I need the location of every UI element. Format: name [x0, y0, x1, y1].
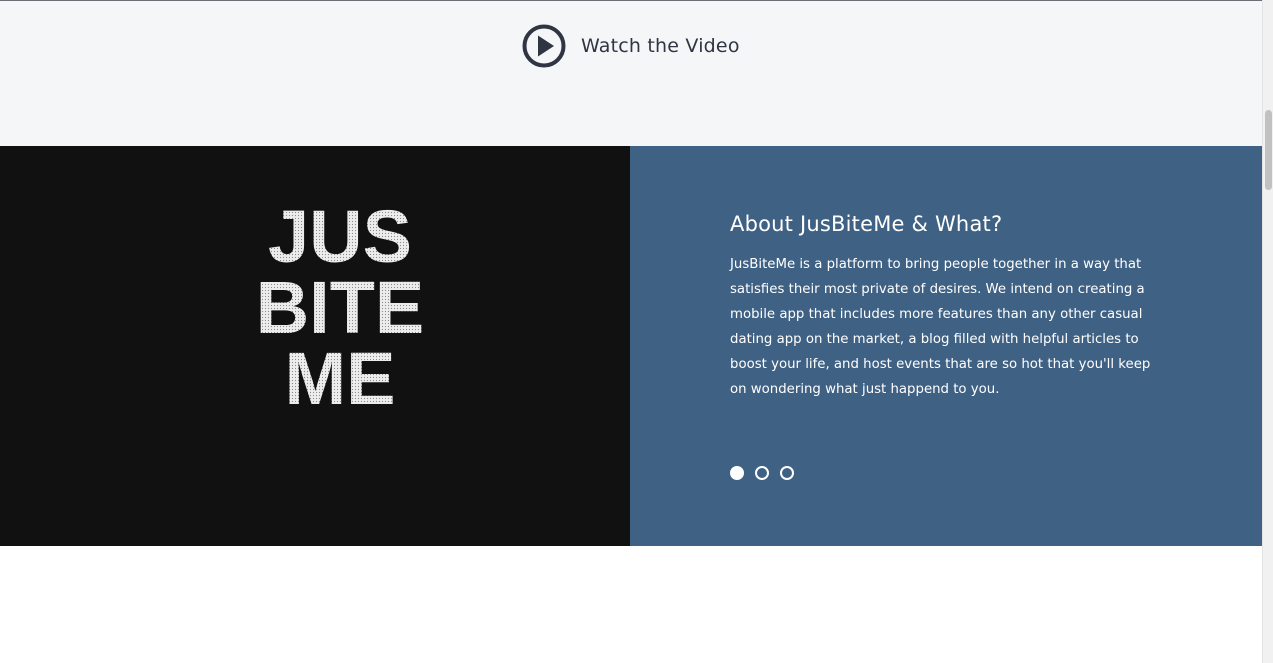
- about-description: JusBiteMe is a platform to bring people …: [730, 257, 1151, 397]
- video-section: Watch the Video: [0, 1, 1262, 146]
- slider-dot[interactable]: [730, 466, 744, 480]
- logo-line-3: ME: [285, 337, 396, 416]
- logo-panel: JUS BITE ME: [0, 146, 630, 546]
- scrollbar-thumb[interactable]: [1265, 110, 1272, 190]
- page-scrollbar[interactable]: [1262, 0, 1273, 663]
- watch-video-label[interactable]: Watch the Video: [581, 35, 740, 57]
- slider-pagination: [730, 466, 794, 480]
- about-info-panel: About JusBiteMe & What? JusBiteMe is a p…: [630, 146, 1262, 546]
- slider-dot[interactable]: [780, 466, 794, 480]
- about-title: About JusBiteMe & What?: [730, 212, 1003, 236]
- slider-dot[interactable]: [755, 466, 769, 480]
- about-section: JUS BITE ME About JusBiteMe & What? JusB…: [0, 146, 1262, 546]
- page: Watch the Video JUS BITE ME About JusBit…: [0, 0, 1273, 663]
- watch-video-button[interactable]: Watch the Video: [522, 24, 740, 68]
- jusbiteme-logo: JUS BITE ME: [256, 196, 425, 416]
- play-circle-icon[interactable]: [522, 24, 566, 68]
